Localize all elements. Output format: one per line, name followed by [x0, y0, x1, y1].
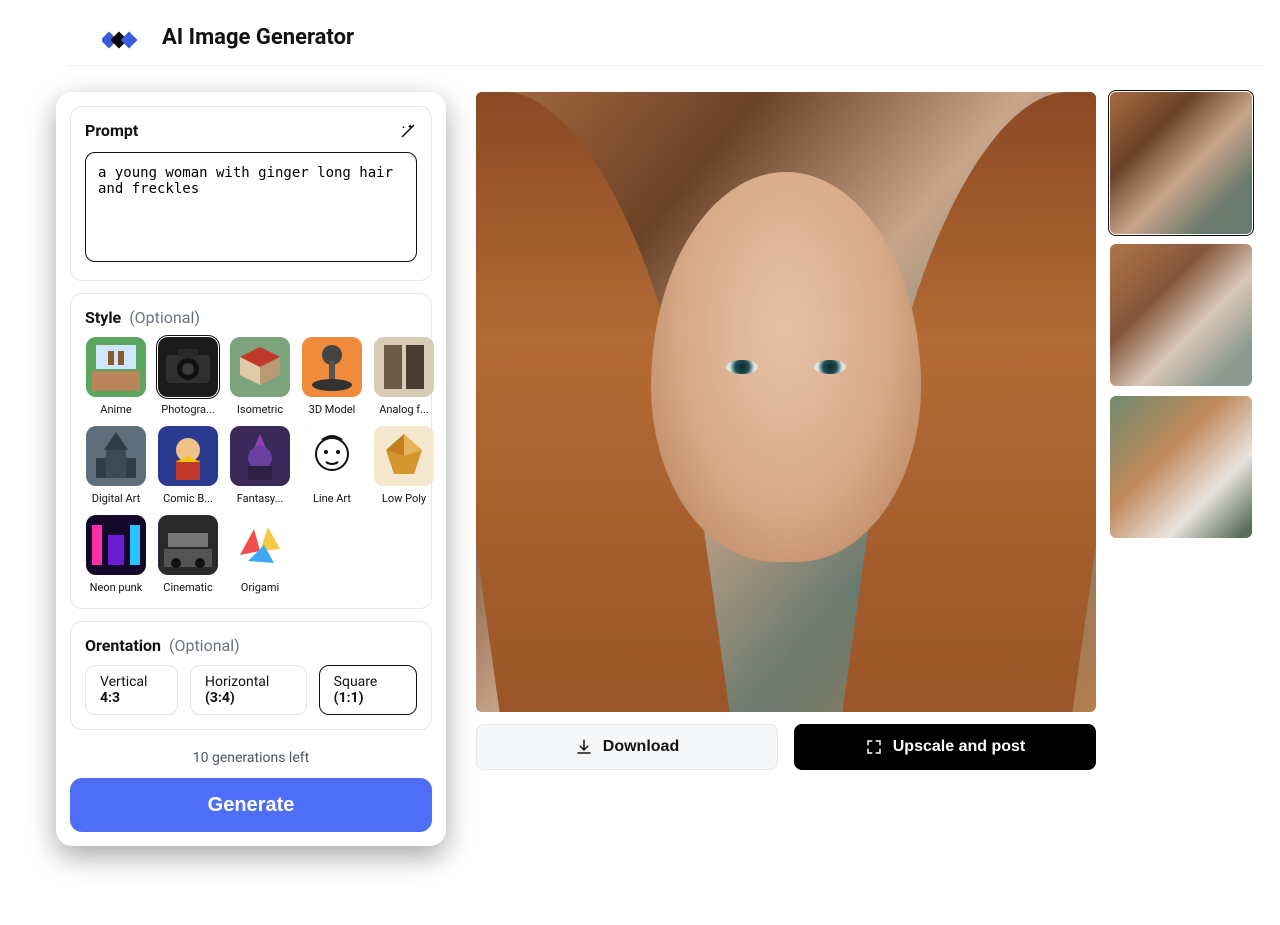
- style-section-label: Style: [85, 308, 121, 327]
- orientation-options: Vertical 4:3Horizontal (3:4)Square (1:1): [85, 665, 417, 715]
- style-option-neon[interactable]: Neon punk: [85, 515, 147, 594]
- orientation-option-square[interactable]: Square (1:1): [319, 665, 417, 715]
- orientation-option-ratio: 4:3: [100, 690, 120, 706]
- style-option-origami[interactable]: Origami: [229, 515, 291, 594]
- style-option-label: Neon punk: [85, 581, 147, 594]
- style-option-label: Line Art: [301, 492, 363, 505]
- orientation-option-ratio: (1:1): [334, 690, 364, 706]
- orientation-section-label: Orentation: [85, 636, 161, 655]
- style-option-label: Low Poly: [373, 492, 435, 505]
- generate-button[interactable]: Generate: [70, 778, 432, 832]
- style-option-label: Comic B...: [157, 492, 219, 505]
- anime-style-icon: [86, 337, 146, 397]
- style-section-title: Style (Optional): [85, 308, 200, 327]
- orientation-option-vertical[interactable]: Vertical 4:3: [85, 665, 178, 715]
- result-thumb-3[interactable]: [1110, 396, 1252, 538]
- topbar: AI Image Generator: [68, 10, 1264, 66]
- expand-icon: [865, 738, 883, 756]
- style-option-lowpoly[interactable]: Low Poly: [373, 426, 435, 505]
- origami-style-icon: [230, 515, 290, 575]
- result-thumbnails: [1110, 92, 1252, 538]
- style-option-label: Analog f...: [373, 403, 435, 416]
- style-option-cinema[interactable]: Cinematic: [157, 515, 219, 594]
- page-title: AI Image Generator: [162, 25, 354, 50]
- download-icon: [575, 738, 593, 756]
- orientation-section-title: Orentation (Optional): [85, 636, 417, 655]
- style-option-label: Anime: [85, 403, 147, 416]
- orientation-option-label: Horizontal: [205, 674, 269, 690]
- prompt-input[interactable]: [85, 152, 417, 262]
- style-grid: AnimePhotogra...Isometric3D ModelAnalog …: [85, 337, 417, 594]
- comic-style-icon: [158, 426, 218, 486]
- upscale-post-button[interactable]: Upscale and post: [794, 724, 1096, 770]
- style-option-three-d[interactable]: 3D Model: [301, 337, 363, 416]
- style-option-label: Digital Art: [85, 492, 147, 505]
- magic-prompt-icon[interactable]: [399, 122, 417, 140]
- castle-style-icon: [86, 426, 146, 486]
- preview-area: Download Upscale and post: [476, 92, 1096, 770]
- orientation-option-horizontal[interactable]: Horizontal (3:4): [190, 665, 307, 715]
- upscale-label: Upscale and post: [893, 738, 1025, 756]
- style-option-label: Cinematic: [157, 581, 219, 594]
- style-option-label: Photogra...: [157, 403, 219, 416]
- camera-style-icon: [158, 337, 218, 397]
- style-option-label: Fantasy...: [229, 492, 291, 505]
- download-button[interactable]: Download: [476, 724, 778, 770]
- lineart-style-icon: [302, 426, 362, 486]
- app-shell: AI Image Generator Prompt Sty: [0, 0, 1280, 925]
- orientation-optional-label: (Optional): [169, 636, 240, 655]
- lowpoly-style-icon: [374, 426, 434, 486]
- orientation-option-ratio: (3:4): [205, 690, 235, 706]
- result-thumb-2[interactable]: [1110, 244, 1252, 386]
- download-label: Download: [603, 738, 679, 756]
- style-option-label: Origami: [229, 581, 291, 594]
- app-logo-icon: [102, 24, 146, 52]
- iso-style-icon: [230, 337, 290, 397]
- style-option-label: 3D Model: [301, 403, 363, 416]
- style-option-lineart[interactable]: Line Art: [301, 426, 363, 505]
- style-option-comic[interactable]: Comic B...: [157, 426, 219, 505]
- neon-style-icon: [86, 515, 146, 575]
- prompt-section-title: Prompt: [85, 121, 138, 140]
- style-option-anime[interactable]: Anime: [85, 337, 147, 416]
- result-thumb-1[interactable]: [1110, 92, 1252, 234]
- orientation-option-label: Vertical: [100, 674, 147, 690]
- three-d-style-icon: [302, 337, 362, 397]
- style-option-camera[interactable]: Photogra...: [157, 337, 219, 416]
- preview-actions: Download Upscale and post: [476, 724, 1096, 770]
- orientation-card: Orentation (Optional) Vertical 4:3Horizo…: [70, 621, 432, 730]
- style-card: Style (Optional) Anime Photogra... Isometr…: [70, 293, 432, 609]
- style-option-iso[interactable]: Isometric: [229, 337, 291, 416]
- style-option-fantasy[interactable]: Fantasy...: [229, 426, 291, 505]
- prompt-card: Prompt: [70, 106, 432, 281]
- preview-image[interactable]: [476, 92, 1096, 712]
- fantasy-style-icon: [230, 426, 290, 486]
- style-option-analog[interactable]: Analog f...: [373, 337, 435, 416]
- orientation-option-label: Square: [334, 674, 378, 690]
- generations-left: 10 generations left: [70, 750, 432, 766]
- style-option-castle[interactable]: Digital Art: [85, 426, 147, 505]
- analog-style-icon: [374, 337, 434, 397]
- style-option-label: Isometric: [229, 403, 291, 416]
- style-optional-label: (Optional): [129, 308, 200, 327]
- controls-panel: Prompt Style (Optional) AnimePhot: [56, 92, 446, 846]
- cinema-style-icon: [158, 515, 218, 575]
